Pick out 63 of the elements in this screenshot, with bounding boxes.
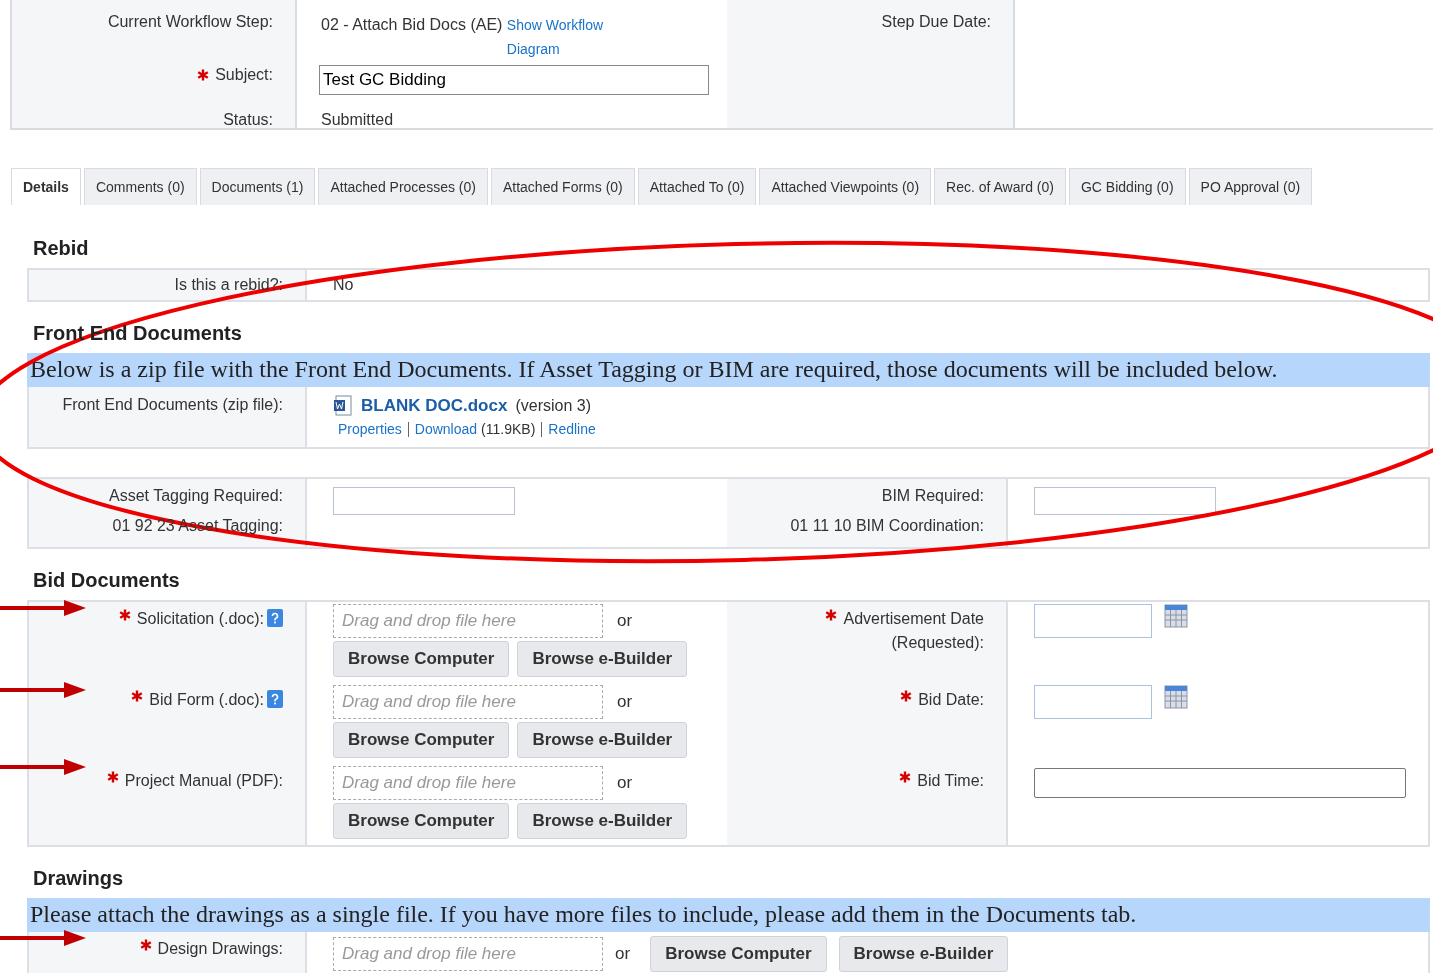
or-text: or <box>615 944 631 964</box>
field-label: BIM Required: <box>881 487 984 505</box>
tab[interactable]: GC Bidding (0) <box>1068 168 1186 205</box>
browse-button[interactable]: Browse e-Builder <box>838 936 1009 972</box>
browse-button[interactable]: Browse e-Builder <box>517 722 688 758</box>
tab[interactable]: Attached To (0) <box>637 168 757 205</box>
calendar-icon[interactable] <box>1164 604 1188 628</box>
tab[interactable]: Documents (1) <box>199 168 316 205</box>
tab[interactable]: Attached Forms (0) <box>490 168 635 205</box>
field-label: Bid Form (.doc): <box>131 688 264 712</box>
browse-button[interactable]: Browse Computer <box>333 722 510 758</box>
subject-field[interactable]: Test GC Bidding <box>319 65 709 95</box>
time-field[interactable] <box>1034 768 1406 798</box>
field-value: Submitted <box>321 111 394 129</box>
field-value: 02 - Attach Bid Docs (AE) <box>321 16 503 33</box>
tab[interactable]: Details <box>11 168 81 205</box>
tab[interactable]: Rec. of Award (0) <box>934 168 1066 205</box>
field-label: Step Due Date: <box>881 13 991 31</box>
section-heading: Drawings <box>33 867 125 890</box>
browse-button[interactable]: Browse e-Builder <box>517 641 688 677</box>
field-label: 01 11 10 BIM Coordination: <box>790 517 984 535</box>
field-label: Project Manual (PDF): <box>106 769 283 793</box>
or-text: or <box>617 773 633 793</box>
or-text: or <box>617 611 633 631</box>
field-label: Asset Tagging Required: <box>108 487 283 505</box>
browse-button[interactable]: Browse Computer <box>650 936 827 972</box>
field-label: Bid Time: <box>899 769 984 793</box>
asset-tagging-field[interactable] <box>333 487 515 515</box>
field-label: Bid Date: <box>900 688 984 712</box>
field-label: Solicitation (.doc): <box>118 607 264 631</box>
info-banner: Below is a zip file with the Front End Documents. If Asset Tagging or BIM are required, those documents will be included below. <box>27 353 1430 387</box>
document-icon <box>333 395 353 417</box>
properties-link[interactable]: Properties <box>338 421 402 437</box>
redline-link[interactable]: Redline <box>548 421 596 437</box>
tab[interactable]: Attached Viewpoints (0) <box>759 168 932 205</box>
field-label: Advertisement Date (Requested): <box>774 607 984 655</box>
bim-coordination-field[interactable] <box>1034 487 1216 515</box>
help-icon[interactable] <box>267 609 283 627</box>
version-label: (version 3) <box>515 397 591 415</box>
browse-button[interactable]: Browse Computer <box>333 803 510 839</box>
info-banner: Please attach the drawings as a single file. If you have more files to include, please add them in the Documents tab. <box>27 898 1430 932</box>
tab[interactable]: Attached Processes (0) <box>318 168 488 205</box>
field-label: Is this a rebid?: <box>174 276 283 294</box>
date-field[interactable] <box>1034 604 1152 638</box>
workflow-link[interactable]: Show Workflow Diagram <box>506 13 619 61</box>
field-label: Current Workflow Step: <box>107 13 273 31</box>
field-label: Status: <box>223 111 273 129</box>
help-icon[interactable] <box>267 690 283 708</box>
field-label: Design Drawings: <box>139 937 283 961</box>
tab[interactable]: PO Approval (0) <box>1188 168 1313 205</box>
download-link[interactable]: Download <box>414 421 478 437</box>
browse-button[interactable]: Browse e-Builder <box>517 803 688 839</box>
file-link[interactable]: BLANK DOC.docx <box>361 396 508 416</box>
field-label: Subject: <box>197 66 273 84</box>
calendar-icon[interactable] <box>1164 685 1188 709</box>
date-field[interactable] <box>1034 685 1152 719</box>
browse-button[interactable]: Browse Computer <box>333 641 510 677</box>
tab[interactable]: Comments (0) <box>83 168 197 205</box>
file-size: (11.9KB) <box>481 421 536 437</box>
section-heading: Rebid <box>33 237 90 260</box>
section-heading: Bid Documents <box>33 569 181 592</box>
field-label: Front End Documents (zip file): <box>61 395 283 415</box>
or-text: or <box>617 692 633 712</box>
